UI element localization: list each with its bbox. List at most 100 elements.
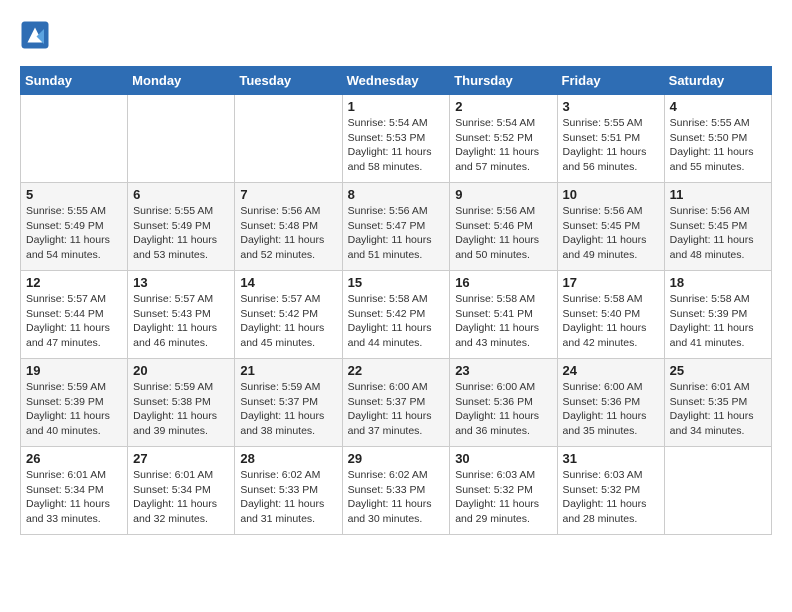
calendar-header-row: SundayMondayTuesdayWednesdayThursdayFrid… [21,67,772,95]
day-number: 9 [455,187,551,202]
day-info: Sunrise: 5:58 AM Sunset: 5:39 PM Dayligh… [670,292,766,351]
calendar-week-row: 26 Sunrise: 6:01 AM Sunset: 5:34 PM Dayli… [21,447,772,535]
day-info: Sunrise: 6:00 AM Sunset: 5:36 PM Dayligh… [563,380,659,439]
day-number: 4 [670,99,766,114]
weekday-header: Sunday [21,67,128,95]
day-info: Sunrise: 6:00 AM Sunset: 5:36 PM Dayligh… [455,380,551,439]
calendar-cell: 18 Sunrise: 5:58 AM Sunset: 5:39 PM Dayli… [664,271,771,359]
calendar-cell [235,95,342,183]
day-number: 3 [563,99,659,114]
day-info: Sunrise: 6:00 AM Sunset: 5:37 PM Dayligh… [348,380,445,439]
day-info: Sunrise: 5:56 AM Sunset: 5:48 PM Dayligh… [240,204,336,263]
calendar-cell: 15 Sunrise: 5:58 AM Sunset: 5:42 PM Dayli… [342,271,450,359]
day-info: Sunrise: 5:57 AM Sunset: 5:42 PM Dayligh… [240,292,336,351]
day-info: Sunrise: 5:59 AM Sunset: 5:39 PM Dayligh… [26,380,122,439]
day-number: 27 [133,451,229,466]
calendar-cell: 29 Sunrise: 6:02 AM Sunset: 5:33 PM Dayli… [342,447,450,535]
calendar-cell: 28 Sunrise: 6:02 AM Sunset: 5:33 PM Dayli… [235,447,342,535]
calendar-cell: 13 Sunrise: 5:57 AM Sunset: 5:43 PM Dayli… [128,271,235,359]
calendar-cell: 16 Sunrise: 5:58 AM Sunset: 5:41 PM Dayli… [450,271,557,359]
day-info: Sunrise: 5:58 AM Sunset: 5:42 PM Dayligh… [348,292,445,351]
calendar-cell: 1 Sunrise: 5:54 AM Sunset: 5:53 PM Daylig… [342,95,450,183]
day-info: Sunrise: 5:56 AM Sunset: 5:45 PM Dayligh… [563,204,659,263]
day-info: Sunrise: 5:54 AM Sunset: 5:52 PM Dayligh… [455,116,551,175]
calendar-cell: 31 Sunrise: 6:03 AM Sunset: 5:32 PM Dayli… [557,447,664,535]
calendar-cell: 24 Sunrise: 6:00 AM Sunset: 5:36 PM Dayli… [557,359,664,447]
day-number: 21 [240,363,336,378]
day-number: 19 [26,363,122,378]
day-number: 23 [455,363,551,378]
calendar-cell: 22 Sunrise: 6:00 AM Sunset: 5:37 PM Dayli… [342,359,450,447]
calendar-table: SundayMondayTuesdayWednesdayThursdayFrid… [20,66,772,535]
calendar-cell: 7 Sunrise: 5:56 AM Sunset: 5:48 PM Daylig… [235,183,342,271]
day-info: Sunrise: 5:58 AM Sunset: 5:41 PM Dayligh… [455,292,551,351]
day-number: 8 [348,187,445,202]
day-info: Sunrise: 5:55 AM Sunset: 5:50 PM Dayligh… [670,116,766,175]
logo-icon [20,20,50,50]
calendar-week-row: 19 Sunrise: 5:59 AM Sunset: 5:39 PM Dayli… [21,359,772,447]
calendar-cell: 25Sunrise: 6:01 AM Sunset: 5:35 PM Dayli… [664,359,771,447]
calendar-week-row: 5Sunrise: 5:55 AM Sunset: 5:49 PM Daylig… [21,183,772,271]
calendar-cell: 5Sunrise: 5:55 AM Sunset: 5:49 PM Daylig… [21,183,128,271]
logo [20,20,54,50]
calendar-cell [664,447,771,535]
day-number: 16 [455,275,551,290]
day-info: Sunrise: 6:02 AM Sunset: 5:33 PM Dayligh… [348,468,445,527]
day-info: Sunrise: 5:55 AM Sunset: 5:51 PM Dayligh… [563,116,659,175]
day-number: 11 [670,187,766,202]
day-number: 25 [670,363,766,378]
day-info: Sunrise: 5:56 AM Sunset: 5:45 PM Dayligh… [670,204,766,263]
day-info: Sunrise: 5:56 AM Sunset: 5:47 PM Dayligh… [348,204,445,263]
calendar-cell: 10 Sunrise: 5:56 AM Sunset: 5:45 PM Dayli… [557,183,664,271]
day-info: Sunrise: 5:59 AM Sunset: 5:37 PM Dayligh… [240,380,336,439]
day-number: 14 [240,275,336,290]
day-info: Sunrise: 5:54 AM Sunset: 5:53 PM Dayligh… [348,116,445,175]
day-info: Sunrise: 6:03 AM Sunset: 5:32 PM Dayligh… [563,468,659,527]
calendar-week-row: 12 Sunrise: 5:57 AM Sunset: 5:44 PM Dayli… [21,271,772,359]
day-info: Sunrise: 5:57 AM Sunset: 5:44 PM Dayligh… [26,292,122,351]
calendar-cell: 21 Sunrise: 5:59 AM Sunset: 5:37 PM Dayli… [235,359,342,447]
day-number: 13 [133,275,229,290]
calendar-cell: 23 Sunrise: 6:00 AM Sunset: 5:36 PM Dayli… [450,359,557,447]
calendar-cell: 12 Sunrise: 5:57 AM Sunset: 5:44 PM Dayli… [21,271,128,359]
weekday-header: Monday [128,67,235,95]
calendar-cell: 2Sunrise: 5:54 AM Sunset: 5:52 PM Daylig… [450,95,557,183]
day-info: Sunrise: 5:59 AM Sunset: 5:38 PM Dayligh… [133,380,229,439]
day-info: Sunrise: 5:58 AM Sunset: 5:40 PM Dayligh… [563,292,659,351]
day-number: 29 [348,451,445,466]
day-number: 1 [348,99,445,114]
calendar-cell: 6Sunrise: 5:55 AM Sunset: 5:49 PM Daylig… [128,183,235,271]
calendar-cell: 3 Sunrise: 5:55 AM Sunset: 5:51 PM Daylig… [557,95,664,183]
day-number: 7 [240,187,336,202]
calendar-cell [21,95,128,183]
day-number: 26 [26,451,122,466]
day-number: 18 [670,275,766,290]
day-info: Sunrise: 5:57 AM Sunset: 5:43 PM Dayligh… [133,292,229,351]
calendar-cell: 26 Sunrise: 6:01 AM Sunset: 5:34 PM Dayli… [21,447,128,535]
day-number: 17 [563,275,659,290]
day-number: 24 [563,363,659,378]
calendar-cell: 27Sunrise: 6:01 AM Sunset: 5:34 PM Dayli… [128,447,235,535]
calendar-cell: 19 Sunrise: 5:59 AM Sunset: 5:39 PM Dayli… [21,359,128,447]
page-header [20,20,772,50]
day-info: Sunrise: 6:01 AM Sunset: 5:34 PM Dayligh… [26,468,122,527]
day-info: Sunrise: 5:56 AM Sunset: 5:46 PM Dayligh… [455,204,551,263]
day-number: 30 [455,451,551,466]
weekday-header: Wednesday [342,67,450,95]
calendar-cell: 4 Sunrise: 5:55 AM Sunset: 5:50 PM Daylig… [664,95,771,183]
calendar-cell: 8 Sunrise: 5:56 AM Sunset: 5:47 PM Daylig… [342,183,450,271]
calendar-cell: 30Sunrise: 6:03 AM Sunset: 5:32 PM Dayli… [450,447,557,535]
calendar-cell: 20Sunrise: 5:59 AM Sunset: 5:38 PM Dayli… [128,359,235,447]
day-number: 10 [563,187,659,202]
day-info: Sunrise: 6:02 AM Sunset: 5:33 PM Dayligh… [240,468,336,527]
weekday-header: Friday [557,67,664,95]
calendar-cell: 17 Sunrise: 5:58 AM Sunset: 5:40 PM Dayli… [557,271,664,359]
day-number: 22 [348,363,445,378]
day-number: 28 [240,451,336,466]
weekday-header: Saturday [664,67,771,95]
day-number: 31 [563,451,659,466]
day-info: Sunrise: 5:55 AM Sunset: 5:49 PM Dayligh… [26,204,122,263]
day-number: 15 [348,275,445,290]
calendar-cell: 11 Sunrise: 5:56 AM Sunset: 5:45 PM Dayli… [664,183,771,271]
day-number: 12 [26,275,122,290]
